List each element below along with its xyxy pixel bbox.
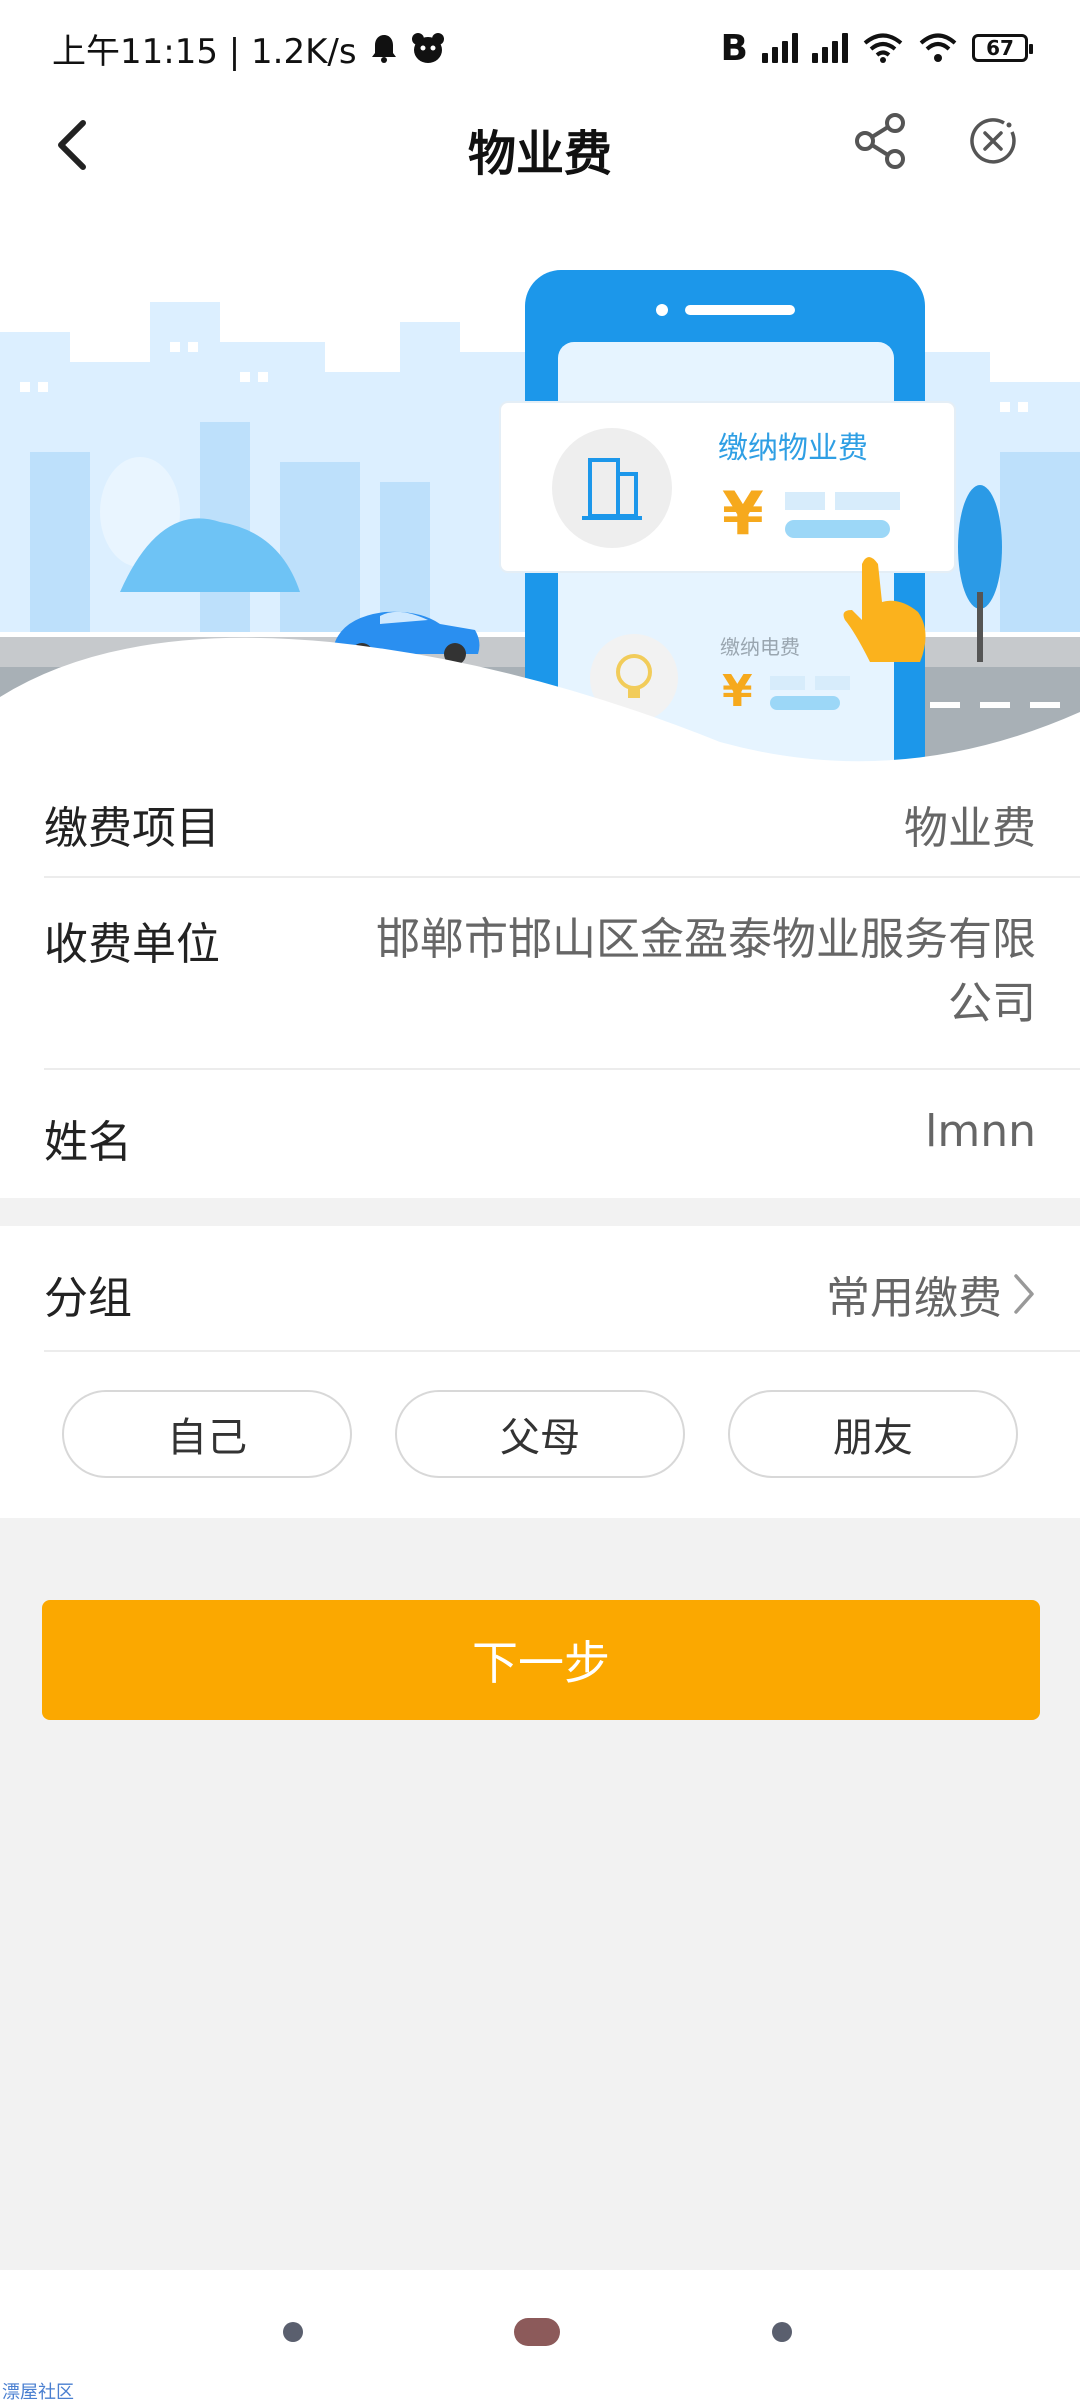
payment-info-card: 缴费项目 物业费 收费单位 邯郸市邯山区金盈泰物业服务有限公司 姓名 lmnn — [0, 762, 1080, 1198]
watermark-text: 漂屋社区 — [2, 2382, 74, 2400]
nav-home-button[interactable] — [514, 2318, 560, 2346]
banner-illustration: 缴纳物业费 ¥ 缴纳电费 ¥ — [0, 192, 1080, 762]
chevron-right-icon — [1014, 1274, 1034, 1314]
bluetooth-icon: B — [720, 27, 748, 69]
group-label: 分组 — [44, 1273, 132, 1324]
nav-back-button[interactable] — [283, 2322, 303, 2342]
card-sub-label: 缴纳电费 — [720, 635, 800, 659]
payee-unit-row: 收费单位 邯郸市邯山区金盈泰物业服务有限公司 — [44, 878, 1080, 1070]
payment-item-row: 缴费项目 物业费 — [44, 762, 1080, 878]
card-main-label: 缴纳物业费 — [718, 431, 868, 466]
battery-level: 67 — [986, 36, 1014, 60]
group-chip-parents[interactable]: 父母 — [395, 1390, 685, 1478]
name-row: 姓名 lmnn — [44, 1070, 1080, 1198]
name-label: 姓名 — [44, 1117, 132, 1168]
share-button[interactable] — [846, 106, 916, 176]
status-right: B 67 — [720, 27, 1033, 69]
battery-icon: 67 — [972, 34, 1033, 62]
payee-unit-label: 收费单位 — [44, 919, 220, 970]
group-chip-friends[interactable]: 朋友 — [728, 1390, 1018, 1478]
group-chip-self[interactable]: 自己 — [62, 1390, 352, 1478]
wifi-icon — [863, 33, 903, 63]
pay-property-card: 缴纳物业费 ¥ — [499, 401, 956, 573]
card-main-symbol: ¥ — [722, 479, 764, 549]
notification-bell-icon — [371, 35, 396, 63]
payee-unit-value: 邯郸市邯山区金盈泰物业服务有限公司 — [376, 914, 1036, 1029]
group-value-wrap: 常用缴费 — [826, 1262, 1036, 1326]
page-title: 物业费 — [467, 126, 612, 182]
status-bar: 上午11:15 | 1.2K/s B 67 — [0, 0, 1080, 96]
signal-strength-icon — [762, 33, 798, 63]
group-chips: 自己 父母 朋友 — [62, 1390, 1018, 1478]
card-sub-symbol: ¥ — [722, 666, 753, 717]
payment-item-value: 物业费 — [904, 803, 1036, 854]
nav-recents-button[interactable] — [772, 2322, 792, 2342]
close-button[interactable] — [958, 106, 1028, 176]
group-selector[interactable]: 分组 常用缴费 — [44, 1226, 1080, 1352]
payment-item-label: 缴费项目 — [44, 803, 220, 854]
status-time: 上午11:15 | 1.2K/s — [52, 31, 357, 72]
title-bar: 物业费 — [0, 96, 1080, 192]
group-card: 分组 常用缴费 自己 父母 朋友 — [0, 1226, 1080, 1518]
name-value: lmnn — [925, 1106, 1036, 1157]
status-left: 上午11:15 | 1.2K/s — [52, 24, 445, 73]
system-nav-bar — [0, 2270, 1080, 2400]
share-icon — [855, 113, 905, 169]
banner-svg: 缴纳物业费 ¥ 缴纳电费 ¥ — [0, 192, 1080, 762]
next-step-button[interactable]: 下一步 — [42, 1600, 1040, 1720]
signal-strength-2-icon — [812, 33, 848, 63]
hotspot-icon — [919, 33, 957, 62]
group-value: 常用缴费 — [826, 1273, 1002, 1324]
close-circle-icon — [970, 118, 1016, 164]
bear-app-icon — [411, 33, 444, 63]
